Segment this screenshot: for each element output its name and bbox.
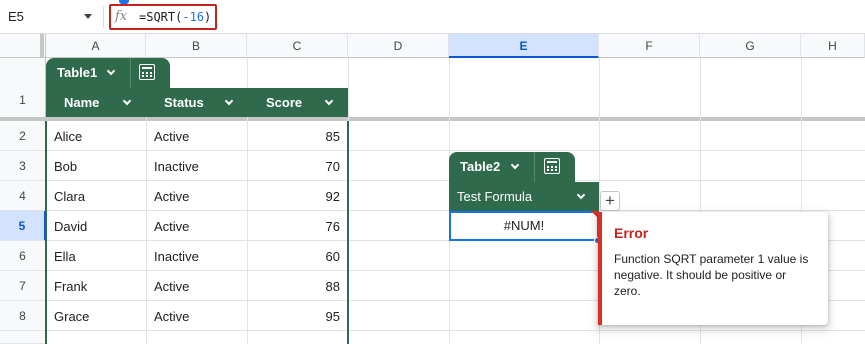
cell-e5-value: #NUM! [503, 218, 545, 233]
header-name[interactable]: Name [64, 95, 99, 110]
formula-suffix: ) [204, 10, 212, 24]
column-header-a[interactable]: A [46, 34, 146, 58]
cell-name[interactable]: David [54, 219, 87, 234]
row-header-9[interactable] [0, 331, 46, 344]
row-header-6[interactable]: 6 [0, 241, 46, 271]
calculator-icon[interactable] [139, 64, 157, 82]
cell-score[interactable]: 85 [300, 129, 340, 144]
cell-status[interactable]: Inactive [154, 249, 199, 264]
divider [103, 6, 104, 28]
grid-line [46, 330, 865, 331]
calculator-icon[interactable] [544, 158, 562, 176]
row-header-2[interactable]: 2 [0, 121, 46, 151]
header-status[interactable]: Status [164, 95, 204, 110]
row-header-5[interactable]: 5 [0, 211, 46, 241]
cell-name[interactable]: Bob [54, 159, 77, 174]
frozen-column-divider[interactable] [40, 34, 44, 58]
row-header-3[interactable]: 3 [0, 151, 46, 181]
fx-icon: fx [115, 9, 128, 24]
cell-status[interactable]: Active [154, 189, 189, 204]
add-column-button[interactable]: + [600, 191, 620, 211]
cell-name[interactable]: Ella [54, 249, 76, 264]
header-score[interactable]: Score [266, 95, 302, 110]
cell-score[interactable]: 95 [300, 309, 340, 324]
formula-prefix: =SQRT( [139, 10, 183, 24]
column-header-g[interactable]: G [700, 34, 801, 58]
error-message: Function SQRT parameter 1 value is negat… [614, 252, 809, 298]
table2-name[interactable]: Table2 [460, 159, 500, 174]
row-header-7[interactable]: 7 [0, 271, 46, 301]
cell-score[interactable]: 76 [300, 219, 340, 234]
tab-divider [130, 58, 131, 88]
header-test-formula[interactable]: Test Formula [457, 189, 532, 204]
row-header-4[interactable]: 4 [0, 181, 46, 211]
cell-name[interactable]: Grace [54, 309, 89, 324]
column-header-d[interactable]: D [348, 34, 449, 58]
cell-status[interactable]: Active [154, 219, 189, 234]
grid-line [46, 150, 865, 151]
column-header-e[interactable]: E [449, 34, 599, 58]
frozen-row-divider[interactable] [0, 117, 865, 121]
cell-status[interactable]: Active [154, 279, 189, 294]
column-header-b[interactable]: B [146, 34, 247, 58]
table1-border-right [347, 121, 349, 344]
row-header-8[interactable]: 8 [0, 301, 46, 331]
cell-score[interactable]: 60 [300, 249, 340, 264]
cell-status[interactable]: Inactive [154, 159, 199, 174]
table1-name[interactable]: Table1 [57, 65, 97, 80]
column-header-f[interactable]: F [599, 34, 700, 58]
cell-name[interactable]: Frank [54, 279, 87, 294]
formula-text[interactable]: =SQRT(-16) [139, 10, 211, 24]
cell-name[interactable]: Clara [54, 189, 85, 204]
cell-status[interactable]: Active [154, 309, 189, 324]
name-box-dropdown-icon[interactable] [84, 14, 92, 19]
column-header-h[interactable]: H [801, 34, 865, 58]
cell-score[interactable]: 92 [300, 189, 340, 204]
cell-status[interactable]: Active [154, 129, 189, 144]
tab-divider [534, 152, 535, 182]
column-header-c[interactable]: C [247, 34, 348, 58]
cell-score[interactable]: 88 [300, 279, 340, 294]
cell-name[interactable]: Alice [54, 129, 82, 144]
cell-score[interactable]: 70 [300, 159, 340, 174]
table1-border-left [45, 121, 47, 344]
formula-number: -16 [182, 10, 205, 24]
row-header-1[interactable]: 1 [0, 58, 46, 118]
error-title: Error [614, 225, 649, 241]
